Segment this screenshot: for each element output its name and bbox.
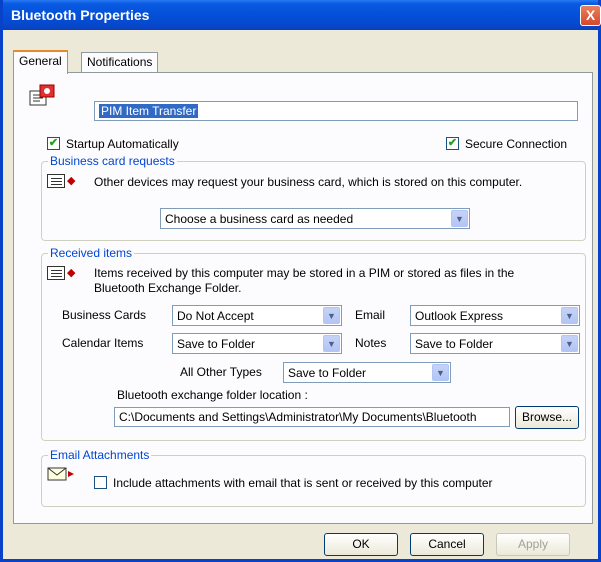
- red-arrow-icon: ◆: [67, 175, 76, 187]
- tab-general[interactable]: General: [13, 50, 68, 74]
- red-arrow-icon: ◆: [67, 267, 76, 279]
- business-card-description: Other devices may request your business …: [94, 175, 523, 189]
- general-panel: PIM Item Transfer ✔ Startup Automaticall…: [13, 72, 593, 524]
- received-card-icon: [47, 266, 65, 280]
- browse-button[interactable]: Browse...: [515, 406, 579, 429]
- pim-transfer-icon: [28, 81, 58, 109]
- secure-connection-checkbox[interactable]: ✔: [446, 137, 459, 150]
- chevron-down-icon[interactable]: ▼: [323, 307, 340, 324]
- folder-location-field[interactable]: C:\Documents and Settings\Administrator\…: [114, 407, 510, 427]
- received-items-group: Received items ◆ Items received by this …: [41, 246, 586, 441]
- chevron-down-icon[interactable]: ▼: [561, 335, 578, 352]
- calendar-items-label: Calendar Items: [62, 336, 144, 350]
- business-cards-select[interactable]: Do Not Accept ▼: [172, 305, 342, 326]
- received-items-description: Items received by this computer may be s…: [94, 266, 515, 295]
- folder-location-label: Bluetooth exchange folder location :: [117, 388, 308, 402]
- email-attachments-group: Email Attachments Include attachments wi…: [41, 448, 586, 507]
- cancel-button[interactable]: Cancel: [410, 533, 484, 556]
- other-types-label: All Other Types: [180, 365, 262, 379]
- chevron-down-icon[interactable]: ▼: [323, 335, 340, 352]
- startup-checkbox[interactable]: ✔: [47, 137, 60, 150]
- apply-button[interactable]: Apply: [496, 533, 570, 556]
- business-card-group-title: Business card requests: [48, 154, 177, 168]
- chevron-down-icon[interactable]: ▼: [432, 364, 449, 381]
- received-items-group-title: Received items: [48, 246, 135, 260]
- bluetooth-properties-window: Bluetooth Properties X General Notificat…: [0, 0, 601, 562]
- notes-label: Notes: [355, 336, 387, 350]
- calendar-items-select[interactable]: Save to Folder ▼: [172, 333, 342, 354]
- email-select[interactable]: Outlook Express ▼: [410, 305, 580, 326]
- email-attachments-group-title: Email Attachments: [48, 448, 152, 462]
- service-name-field[interactable]: PIM Item Transfer: [94, 101, 578, 121]
- ok-button[interactable]: OK: [324, 533, 398, 556]
- tab-notifications[interactable]: Notifications: [81, 52, 159, 73]
- business-card-icon: [47, 174, 65, 188]
- notes-select[interactable]: Save to Folder ▼: [410, 333, 580, 354]
- business-card-select[interactable]: Choose a business card as needed ▼: [160, 208, 470, 229]
- include-attachments-checkbox[interactable]: [94, 476, 107, 489]
- envelope-icon: [47, 466, 77, 482]
- email-label: Email: [355, 308, 386, 322]
- title-bar[interactable]: Bluetooth Properties X: [3, 0, 601, 30]
- secure-connection-label: Secure Connection: [465, 137, 568, 151]
- include-attachments-label: Include attachments with email that is s…: [113, 476, 493, 490]
- window-title: Bluetooth Properties: [11, 7, 150, 23]
- startup-label: Startup Automatically: [66, 137, 179, 151]
- chevron-down-icon[interactable]: ▼: [561, 307, 578, 324]
- business-card-group: Business card requests ◆ Other devices m…: [41, 154, 586, 241]
- business-cards-label: Business Cards: [62, 308, 147, 322]
- chevron-down-icon[interactable]: ▼: [451, 210, 468, 227]
- other-types-select[interactable]: Save to Folder ▼: [283, 362, 451, 383]
- close-button[interactable]: X: [580, 5, 601, 26]
